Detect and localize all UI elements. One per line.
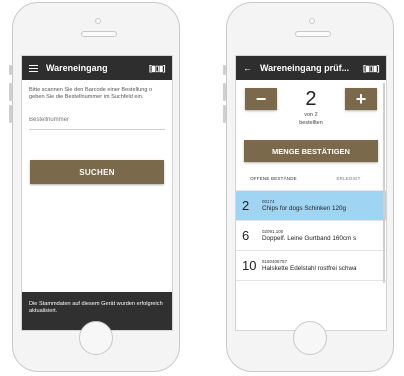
side-button [223,105,226,123]
quantity-of-text: von 2 [304,112,318,118]
side-button [223,65,226,75]
back-arrow-icon[interactable]: ← [243,63,252,73]
decrement-button[interactable]: − [245,88,277,110]
app-bar: Wareneingang [▮▯▮] [22,56,172,80]
side-button [9,65,12,75]
quantity-value: 2 [305,88,317,110]
tab-open-stock[interactable]: OFFENE BESTÄNDE [236,166,311,190]
item-name: Halskette Edelstahl rostfrei schwa [262,264,357,272]
order-number-input[interactable] [29,117,165,123]
page-title: Wareneingang [46,63,108,73]
increment-button[interactable]: + [344,88,377,110]
instruction-text: Bitte scannen Sie den Barcode einer Best… [29,87,153,100]
camera [95,18,101,24]
order-number-field[interactable] [29,117,165,130]
tab-bar: OFFENE BESTÄNDE ERLEDIGT [236,166,386,191]
app-bar: ← Wareneingang prüf... [▮▯▮] [236,56,386,80]
item-quantity: 10 [242,258,257,273]
phone-frame-right: ← Wareneingang prüf... [▮▯▮] − 2 von 2 b… [223,2,394,372]
camera [309,18,315,24]
tab-done[interactable]: ERLEDIGT [311,166,386,190]
menu-icon[interactable] [29,64,38,72]
list-item[interactable]: 2 00174 Chips for dogs Schinken 120g [236,191,386,221]
quantity-stepper: − 2 von 2 bestellten + [236,80,386,140]
phone-frame-left: Wareneingang [▮▯▮] Bitte scannen Sie den… [9,2,180,372]
barcode-icon[interactable]: [▮▯▮] [149,64,166,73]
quantity-ordered-text: bestellten [299,120,323,126]
item-quantity: 6 [242,228,250,243]
speaker [295,31,331,37]
item-quantity: 2 [242,198,250,213]
item-name: Chips for dogs Schinken 120g [262,204,347,212]
barcode-icon[interactable]: [▮▯▮] [363,64,380,73]
side-button [223,83,226,101]
list-item[interactable]: 6 02091.100 Doppelf. Leine Gurtband 160c… [236,221,386,251]
side-button [9,105,12,123]
search-button[interactable]: SUCHEN [30,160,164,184]
list-item[interactable]: 10 5160406757 Halskette Edelstahl rostfr… [236,251,386,281]
confirm-quantity-button[interactable]: MENGE BESTÄTIGEN [244,140,378,162]
item-name: Doppelf. Leine Gurtband 160cm s [262,234,357,242]
side-button [9,83,12,101]
home-button[interactable] [79,321,113,355]
home-button[interactable] [293,321,327,355]
item-list: 2 00174 Chips for dogs Schinken 120g 6 0… [236,191,386,281]
wareneingang-screen: Wareneingang [▮▯▮] Bitte scannen Sie den… [21,55,173,331]
quantity-display: 2 von 2 bestellten [299,88,323,126]
wareneingang-pruefen-screen: ← Wareneingang prüf... [▮▯▮] − 2 von 2 b… [235,55,387,331]
page-title: Wareneingang prüf... [260,63,350,73]
scrollbar[interactable] [383,83,385,283]
speaker [81,31,117,37]
